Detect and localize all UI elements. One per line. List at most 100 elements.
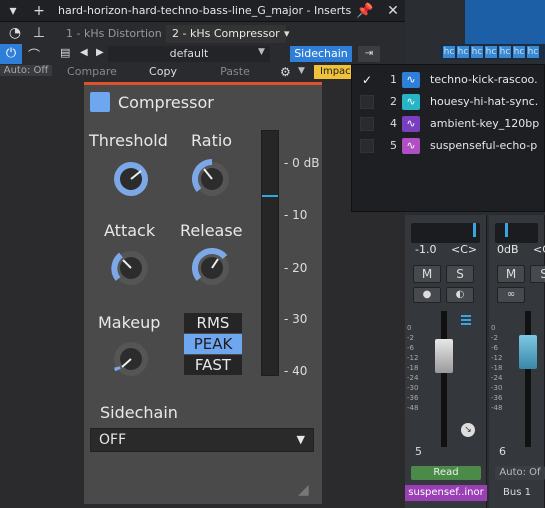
track-number: 6 bbox=[499, 445, 506, 458]
monitor-icon[interactable]: ◐ bbox=[446, 287, 474, 303]
attack-knob[interactable] bbox=[109, 246, 153, 290]
fader-scale: 0 -2 -6 -12 -18 -24 -30 -36 -48 bbox=[407, 324, 419, 412]
tab-compressor[interactable]: 2 - kHs Compressor bbox=[166, 25, 286, 43]
settings-dropdown-icon[interactable]: ▼ bbox=[298, 66, 305, 76]
level-meter bbox=[461, 315, 471, 327]
attack-label: Attack bbox=[104, 221, 156, 240]
automation-mode-button[interactable]: Auto: Of bbox=[495, 466, 545, 480]
sidechain-menu-item[interactable]: ✓ 1 ∿ techno-kick-rascoo. bbox=[352, 69, 545, 91]
volume-value: 0dB bbox=[497, 243, 519, 256]
pan-control[interactable] bbox=[411, 223, 480, 243]
sidechain-label: Sidechain bbox=[100, 403, 178, 422]
mode-fast[interactable]: FAST bbox=[184, 355, 242, 375]
volume-fader[interactable] bbox=[519, 335, 537, 369]
record-arm-icon[interactable]: ● bbox=[413, 287, 441, 303]
meter-level-indicator bbox=[262, 195, 278, 197]
mode-peak[interactable]: PEAK bbox=[184, 334, 242, 354]
automation-read-button[interactable]: Read bbox=[411, 466, 481, 480]
makeup-knob[interactable] bbox=[109, 337, 153, 381]
sidechain-select[interactable]: OFF ▼ bbox=[90, 428, 314, 452]
window-title: hard-horizon-hard-techno-bass-line_G_maj… bbox=[58, 4, 352, 17]
next-preset-icon[interactable]: ▶ bbox=[96, 47, 104, 58]
bypass-power-icon[interactable]: ⏻ bbox=[0, 44, 22, 64]
clip-lane: hc hc hc hc hc hc hc bbox=[440, 44, 545, 60]
automation-mode[interactable]: Auto: Off bbox=[0, 65, 52, 76]
check-icon: ✓ bbox=[361, 73, 373, 87]
sidechain-button[interactable]: Sidechain bbox=[290, 46, 352, 62]
checkbox bbox=[360, 117, 374, 131]
fader-track bbox=[441, 311, 447, 447]
resize-grip-icon[interactable]: ◢ bbox=[298, 482, 309, 498]
release-label: Release bbox=[180, 221, 243, 240]
expand-icon[interactable]: ▾ bbox=[4, 2, 22, 20]
mute-button[interactable]: M bbox=[497, 265, 525, 283]
mode-rms[interactable]: RMS bbox=[184, 313, 242, 333]
close-icon[interactable]: ✕ bbox=[384, 2, 402, 20]
preset-file-icon[interactable]: ▤ bbox=[60, 46, 70, 59]
link-icon[interactable]: ∞ bbox=[497, 287, 525, 303]
fader-track bbox=[525, 311, 531, 447]
routing-icon[interactable]: ⊥ bbox=[30, 24, 48, 42]
sidechain-input-icon[interactable]: ⇥ bbox=[358, 46, 380, 62]
sidechain-menu-item[interactable]: 4 ∿ ambient-key_120bp bbox=[352, 113, 545, 135]
audio-wave-icon: ∿ bbox=[402, 72, 420, 88]
title-bar: ▾ + hard-horizon-hard-techno-bass-line_G… bbox=[0, 0, 405, 22]
audio-wave-icon: ∿ bbox=[402, 138, 420, 154]
prev-preset-icon[interactable]: ◀ bbox=[80, 47, 88, 58]
meter-tick: - 30 bbox=[284, 312, 308, 326]
fader-scale: 0 -2 -6 -12 -18 -24 -30 -36 -48 bbox=[491, 324, 503, 412]
compare-row: Auto: Off Compare Copy Paste ⚙ ▼ Impac bbox=[0, 64, 405, 80]
meter-tick: - 0 dB bbox=[284, 156, 320, 170]
preset-chevron-icon: ▼ bbox=[258, 47, 265, 57]
threshold-knob[interactable] bbox=[109, 157, 153, 201]
tab-dropdown-icon[interactable]: ▾ bbox=[278, 25, 296, 43]
meter-tick: - 20 bbox=[284, 261, 308, 275]
ratio-knob[interactable] bbox=[190, 157, 234, 201]
mute-button[interactable]: M bbox=[413, 265, 441, 283]
meter-tick: - 40 bbox=[284, 364, 308, 378]
threshold-label: Threshold bbox=[89, 131, 168, 150]
sidechain-menu-item[interactable]: 2 ∿ houesy-hi-hat-sync. bbox=[352, 91, 545, 113]
compressor-enable-checkbox[interactable] bbox=[90, 92, 110, 112]
chevron-down-icon: ▼ bbox=[296, 433, 305, 446]
compare-icon[interactable]: ⌒ bbox=[28, 46, 40, 63]
preset-select[interactable]: default bbox=[108, 46, 270, 62]
pin-icon[interactable]: 📌 bbox=[356, 2, 374, 20]
solo-button[interactable]: S bbox=[446, 265, 474, 283]
clip-region bbox=[465, 0, 545, 44]
volume-fader[interactable] bbox=[435, 339, 453, 373]
pan-value: <C> bbox=[451, 243, 478, 256]
ratio-label: Ratio bbox=[191, 131, 233, 150]
tab-distortion[interactable]: 1 - kHs Distortion bbox=[60, 25, 168, 43]
compare-button[interactable]: Compare bbox=[58, 65, 126, 78]
solo-button[interactable]: S bbox=[530, 265, 545, 283]
pan-control[interactable] bbox=[495, 223, 538, 243]
preset-row: ⏻ ⌒ ▤ ◀ ▶ default ▼ Sidechain ⇥ bbox=[0, 44, 405, 64]
checkbox bbox=[360, 95, 374, 109]
sidechain-menu: ✓ 1 ∿ techno-kick-rascoo. 2 ∿ houesy-hi-… bbox=[351, 64, 545, 212]
paste-button[interactable]: Paste bbox=[200, 65, 270, 78]
release-knob[interactable] bbox=[190, 246, 234, 290]
power-icon[interactable]: ◔ bbox=[6, 24, 24, 42]
insert-tabs-row: ◔ ⊥ 1 - kHs Distortion 2 - kHs Compresso… bbox=[0, 22, 405, 44]
impact-button[interactable]: Impac bbox=[314, 65, 354, 79]
audio-wave-icon: ∿ bbox=[402, 94, 420, 110]
track-name[interactable]: Bus 1 bbox=[489, 485, 545, 501]
pan-value: <C bbox=[533, 243, 545, 256]
mixer: -1.0 <C> M S ● ◐ 0 -2 -6 -12 -18 -24 -30 -36-… bbox=[405, 215, 545, 508]
checkbox bbox=[360, 139, 374, 153]
add-icon[interactable]: + bbox=[30, 2, 48, 20]
gain-reduction-meter bbox=[261, 130, 279, 376]
makeup-label: Makeup bbox=[98, 313, 161, 332]
sidechain-menu-item[interactable]: 5 ∿ suspenseful-echo-p bbox=[352, 135, 545, 157]
mixer-strip-6: 0dB <C M S ∞ 0-2-6 -12-18-24 -30-36-48 6… bbox=[489, 215, 545, 508]
audio-wave-icon: ∿ bbox=[402, 116, 420, 132]
automation-icon[interactable]: ↘ bbox=[461, 423, 475, 437]
meter-tick: - 10 bbox=[284, 208, 308, 222]
copy-button[interactable]: Copy bbox=[128, 65, 198, 78]
track-name[interactable]: suspensef..inor bbox=[405, 485, 487, 501]
settings-gear-icon[interactable]: ⚙ bbox=[280, 65, 291, 79]
mixer-strip-5: -1.0 <C> M S ● ◐ 0 -2 -6 -12 -18 -24 -30 -36-… bbox=[405, 215, 487, 508]
track-number: 5 bbox=[415, 445, 422, 458]
compressor-title: Compressor bbox=[118, 93, 214, 112]
